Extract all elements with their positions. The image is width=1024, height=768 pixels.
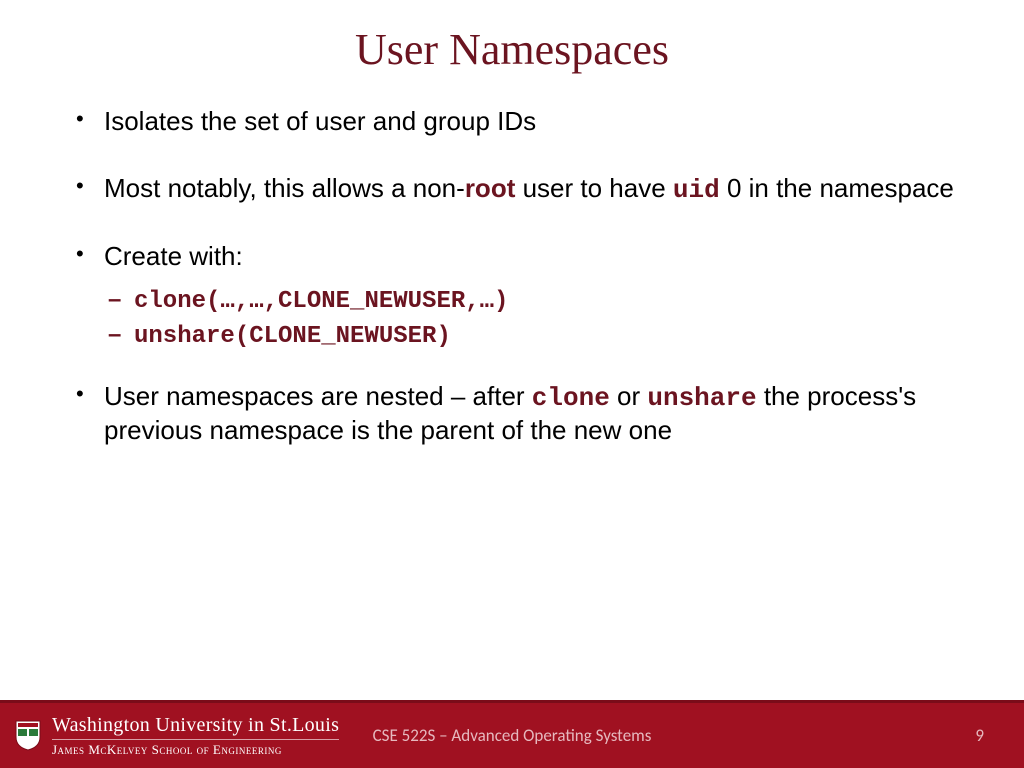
footer-branding: Washington University in St.Louis James … [0, 715, 339, 757]
keyword-uid: uid [673, 175, 720, 205]
slide: User Namespaces Isolates the set of user… [0, 0, 1024, 768]
code-unshare: unshare(CLONE_NEWUSER) [134, 323, 451, 350]
school-name: James McKelvey School of Engineering [52, 739, 339, 757]
bullet-list: Isolates the set of user and group IDs M… [70, 105, 954, 447]
bullet-text: Isolates the set of user and group IDs [104, 106, 536, 136]
university-name: Washington University in St.Louis [52, 715, 339, 736]
text-fragment: Most notably, this allows a non- [104, 173, 465, 203]
bullet-item: Isolates the set of user and group IDs [70, 105, 954, 138]
shield-icon [14, 719, 42, 751]
footer-course: CSE 522S – Advanced Operating Systems [373, 725, 652, 746]
text-fragment: User namespaces are nested – after [104, 381, 532, 411]
slide-footer: Washington University in St.Louis James … [0, 700, 1024, 768]
slide-title: User Namespaces [0, 0, 1024, 75]
text-fragment: 0 in the namespace [720, 173, 954, 203]
keyword-unshare: unshare [647, 383, 756, 413]
text-fragment: user to have [515, 173, 673, 203]
slide-body: Isolates the set of user and group IDs M… [0, 75, 1024, 447]
bullet-item: Create with: clone(…,…,CLONE_NEWUSER,…) … [70, 240, 954, 354]
footer-page-number: 9 [975, 725, 984, 746]
bullet-item: User namespaces are nested – after clone… [70, 380, 954, 447]
code-clone: clone(…,…,CLONE_NEWUSER,…) [134, 288, 508, 315]
bullet-text: Create with: [104, 241, 243, 271]
sub-bullet-item: clone(…,…,CLONE_NEWUSER,…) [104, 283, 954, 319]
sub-bullet-list: clone(…,…,CLONE_NEWUSER,…) unshare(CLONE… [104, 283, 954, 354]
bullet-item: Most notably, this allows a non-root use… [70, 172, 954, 207]
text-fragment: or [610, 381, 648, 411]
sub-bullet-item: unshare(CLONE_NEWUSER) [104, 318, 954, 354]
keyword-clone: clone [532, 383, 610, 413]
university-block: Washington University in St.Louis James … [52, 715, 339, 757]
keyword-root: root [465, 173, 516, 203]
